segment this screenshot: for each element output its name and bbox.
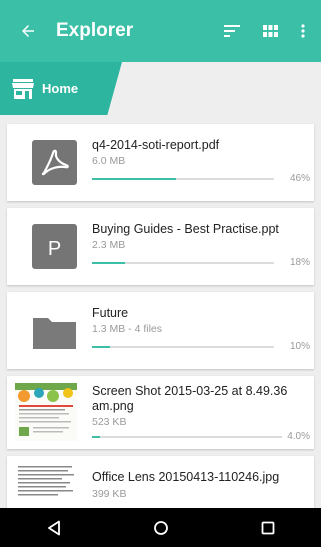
grid-view-icon <box>262 25 278 37</box>
storage-progress-bar <box>92 436 282 438</box>
recents-nav-icon <box>261 521 274 534</box>
more-vert-icon <box>301 24 305 38</box>
progress-percent: 46% <box>289 173 310 184</box>
back-button[interactable] <box>0 0 56 62</box>
progress-percent: 4.0% <box>287 431 310 442</box>
breadcrumb-label: Home <box>42 81 79 96</box>
list-item[interactable]: Screen Shot 2015-03-25 at 8.49.36 am.png… <box>7 376 314 449</box>
list-item[interactable]: Future 1.3 MB - 4 files 10% <box>7 292 314 369</box>
folder-size: 1.3 MB - 4 files <box>92 323 163 335</box>
pdf-icon <box>32 140 77 185</box>
progress-fill <box>92 436 100 438</box>
file-size: 523 KB <box>92 416 127 428</box>
storage-progress-bar <box>92 178 274 180</box>
nav-recents-button[interactable] <box>248 508 288 547</box>
store-icon <box>12 78 34 99</box>
image-thumbnail <box>15 462 77 510</box>
image-thumbnail <box>15 383 77 441</box>
sort-icon <box>224 25 240 37</box>
presentation-icon: P <box>32 224 77 269</box>
file-name: q4-2014-soti-report.pdf <box>92 138 220 152</box>
folder-name: Future <box>92 306 129 320</box>
grid-view-button[interactable] <box>251 0 289 62</box>
list-item[interactable]: Office Lens 20150413-110246.jpg 399 KB <box>7 456 314 516</box>
list-item[interactable]: q4-2014-soti-report.pdf 6.0 MB 46% <box>7 124 314 201</box>
folder-icon <box>32 309 77 354</box>
more-options-button[interactable] <box>289 0 317 62</box>
progress-percent: 18% <box>289 257 310 268</box>
svg-text:P: P <box>48 238 61 260</box>
breadcrumb-home[interactable]: Home <box>0 62 122 115</box>
back-nav-icon <box>47 520 60 535</box>
file-name: Buying Guides - Best Practise.ppt <box>92 222 279 236</box>
file-name: Screen Shot 2015-03-25 at 8.49.36 am.png <box>92 384 288 413</box>
app-bar: Explorer <box>0 0 321 62</box>
progress-fill <box>92 262 125 264</box>
nav-home-button[interactable] <box>141 508 181 547</box>
file-size: 6.0 MB <box>92 155 126 167</box>
storage-progress-bar <box>92 262 274 264</box>
list-item[interactable]: P Buying Guides - Best Practise.ppt 2.3 … <box>7 208 314 285</box>
breadcrumb: Home <box>0 62 321 115</box>
system-navigation-bar <box>0 508 321 547</box>
progress-percent: 10% <box>289 341 310 352</box>
sort-button[interactable] <box>213 0 251 62</box>
file-size: 2.3 MB <box>92 239 126 251</box>
nav-back-button[interactable] <box>34 508 74 547</box>
file-name: Office Lens 20150413-110246.jpg <box>92 470 280 484</box>
home-nav-icon <box>153 520 168 535</box>
page-title: Explorer <box>56 20 134 41</box>
progress-fill <box>92 346 111 348</box>
progress-fill <box>92 178 176 180</box>
storage-progress-bar <box>92 346 274 348</box>
arrow-back-icon <box>22 25 34 37</box>
file-size: 399 KB <box>92 488 127 500</box>
